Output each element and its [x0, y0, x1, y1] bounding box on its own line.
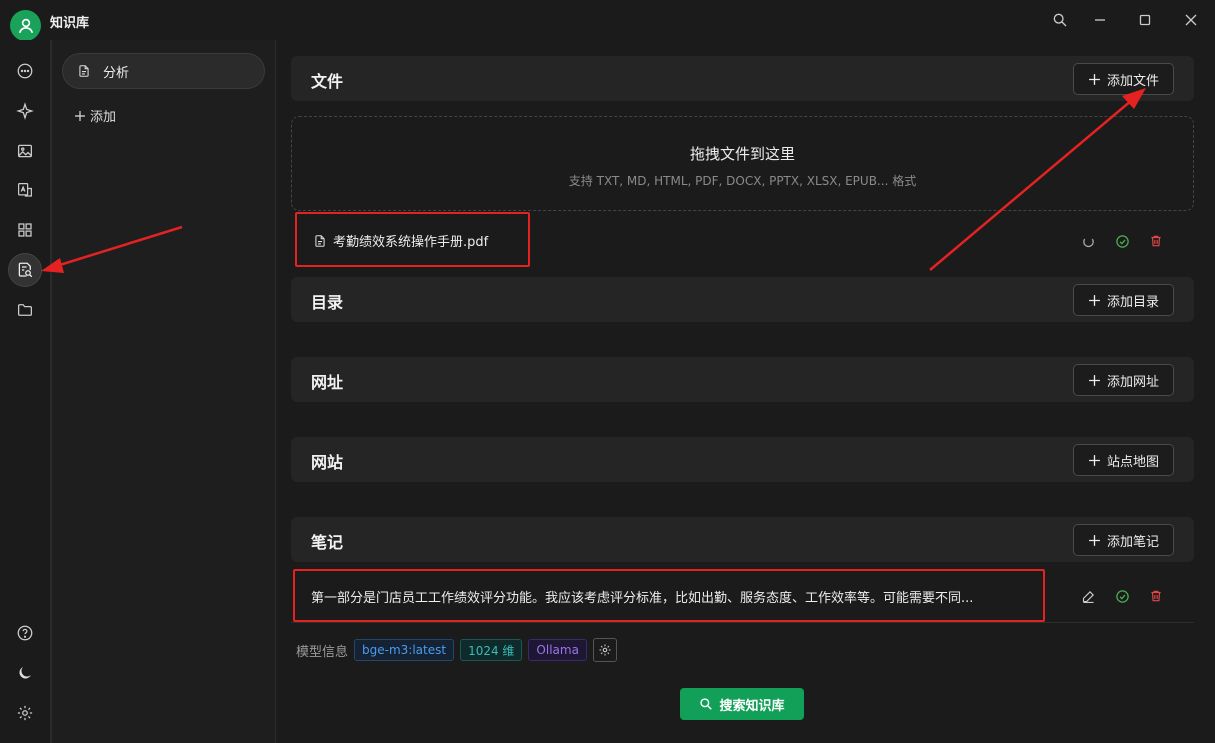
moon-icon	[19, 667, 31, 679]
image-icon	[17, 144, 33, 158]
rail-image[interactable]	[8, 134, 42, 168]
annotation-box-note	[293, 569, 1045, 622]
nav-rail	[0, 40, 51, 743]
plus-icon	[1089, 374, 1100, 386]
model-info-label: 模型信息	[296, 644, 349, 660]
help-icon	[17, 625, 33, 641]
sparkle-icon	[16, 102, 34, 120]
dropzone-subtitle: 支持 TXT, MD, HTML, PDF, DOCX, PPTX, XLSX,…	[568, 174, 917, 188]
sitemap-label: 站点地图	[1106, 454, 1159, 470]
apps-icon	[18, 223, 32, 237]
chat-icon	[17, 63, 33, 79]
add-knowledge-base-button[interactable]: 添加	[74, 106, 116, 125]
trash-icon	[1151, 235, 1161, 247]
delete-note-button[interactable]	[1146, 586, 1166, 606]
add-file-label: 添加文件	[1106, 73, 1159, 89]
maximize-icon	[1139, 14, 1151, 26]
add-file-button[interactable]: 添加文件	[1072, 63, 1174, 95]
gear-icon	[599, 644, 611, 656]
model-settings-button[interactable]	[592, 638, 617, 662]
knowledge-base-sidebar: 分析 添加	[51, 40, 276, 743]
sitemap-button[interactable]: 站点地图	[1072, 444, 1174, 476]
website-section-title: 网站	[311, 453, 344, 472]
plus-icon	[1089, 294, 1100, 306]
knowledge-base-label: 分析	[103, 65, 130, 81]
search-icon	[700, 698, 713, 710]
add-url-button[interactable]: 添加网址	[1072, 364, 1174, 396]
check-circle-icon	[1115, 234, 1129, 248]
rail-knowledge[interactable]	[8, 253, 42, 287]
model-tag: bge-m3:latest	[354, 639, 455, 661]
close-icon	[1185, 14, 1197, 26]
add-note-label: 添加笔记	[1106, 534, 1159, 550]
refresh-icon	[1082, 238, 1094, 247]
status-ok	[1112, 231, 1132, 251]
add-note-button[interactable]: 添加笔记	[1072, 524, 1174, 556]
knowledge-icon	[18, 262, 33, 278]
search-knowledge-base-label: 搜索知识库	[719, 698, 785, 714]
provider-tag: Ollama	[528, 639, 587, 661]
dimensions-tag: 1024 维	[460, 639, 523, 661]
refresh-button[interactable]	[1078, 231, 1098, 251]
search-knowledge-base-button[interactable]: 搜索知识库	[680, 688, 804, 720]
plus-icon	[1089, 73, 1100, 85]
edit-note-button[interactable]	[1078, 586, 1098, 606]
add-knowledge-base-label: 添加	[90, 110, 117, 125]
delete-file-button[interactable]	[1146, 231, 1166, 251]
rail-theme[interactable]	[8, 656, 42, 690]
dropzone-title: 拖拽文件到这里	[689, 145, 795, 163]
add-directory-button[interactable]: 添加目录	[1072, 284, 1174, 316]
url-section-header: 网址 添加网址	[291, 357, 1194, 402]
folder-icon	[17, 304, 33, 316]
maximize-button[interactable]	[1132, 8, 1158, 32]
user-icon	[18, 18, 33, 33]
status-ok	[1112, 586, 1132, 606]
model-info-bar: 模型信息 bge-m3:latest 1024 维 Ollama	[296, 638, 617, 662]
search-icon	[1053, 13, 1067, 27]
rail-chat[interactable]	[8, 54, 42, 88]
gear-icon	[17, 705, 33, 721]
file-actions	[1078, 231, 1166, 251]
rail-apps[interactable]	[8, 213, 42, 247]
rail-translate[interactable]	[8, 173, 42, 207]
knowledge-base-item[interactable]: 分析	[62, 53, 265, 89]
files-section-title: 文件	[311, 72, 344, 91]
document-icon	[79, 65, 89, 77]
note-actions	[1078, 586, 1166, 606]
window-title: 知识库	[50, 16, 90, 31]
directory-section-header: 目录 添加目录	[291, 277, 1194, 322]
main-panel: 文件 添加文件 拖拽文件到这里 支持 TXT, MD, HTML, PDF, D…	[277, 40, 1215, 743]
close-button[interactable]	[1178, 8, 1204, 32]
notes-section-title: 笔记	[311, 533, 344, 552]
website-section-header: 网站 站点地图	[291, 437, 1194, 482]
rail-assistant[interactable]	[8, 94, 42, 128]
rail-settings[interactable]	[8, 696, 42, 730]
url-section-title: 网址	[311, 373, 344, 392]
annotation-box-file	[295, 212, 530, 267]
files-section-header: 文件 添加文件	[291, 56, 1194, 101]
trash-icon	[1151, 590, 1161, 602]
search-button[interactable]	[1047, 8, 1073, 32]
translate-icon	[18, 183, 32, 197]
plus-icon	[1089, 454, 1100, 466]
directory-section-title: 目录	[311, 293, 344, 312]
check-circle-icon	[1115, 589, 1129, 603]
plus-icon	[1089, 534, 1100, 546]
add-url-label: 添加网址	[1106, 374, 1159, 390]
pencil-icon	[1082, 590, 1094, 603]
plus-icon	[75, 110, 85, 121]
minimize-icon	[1095, 19, 1105, 21]
add-directory-label: 添加目录	[1106, 294, 1159, 310]
rail-help[interactable]	[8, 616, 42, 650]
minimize-button[interactable]	[1087, 8, 1113, 32]
user-avatar[interactable]	[10, 10, 41, 41]
notes-section-header: 笔记 添加笔记	[291, 517, 1194, 562]
file-dropzone[interactable]: 拖拽文件到这里 支持 TXT, MD, HTML, PDF, DOCX, PPT…	[291, 116, 1194, 211]
title-bar: 知识库	[0, 0, 1215, 41]
rail-files[interactable]	[8, 293, 42, 327]
